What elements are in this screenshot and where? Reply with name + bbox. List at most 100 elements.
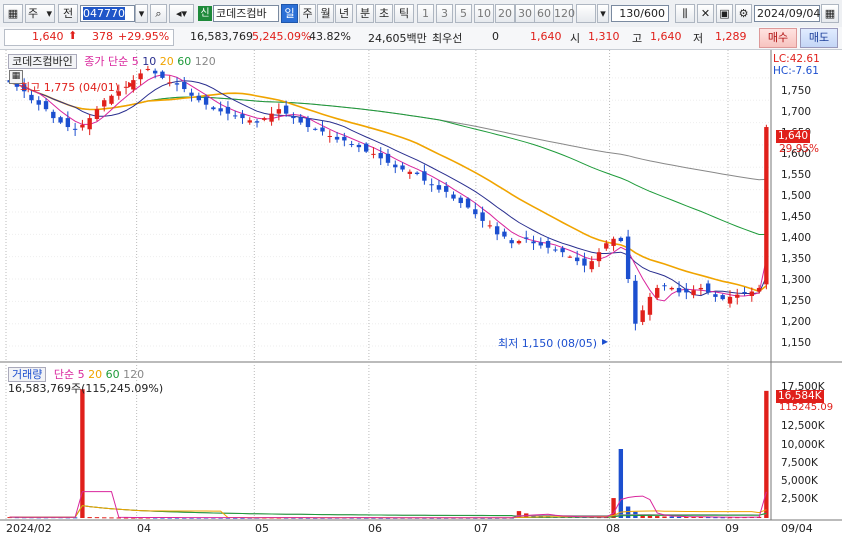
- tab-week[interactable]: 주: [299, 4, 316, 23]
- interval-5[interactable]: 5: [455, 4, 472, 23]
- up-arrow-icon: ⬆: [68, 29, 78, 42]
- volume-bar: [647, 515, 653, 518]
- open-value: 1,310: [588, 30, 620, 43]
- candle-body: [182, 81, 187, 90]
- type-select[interactable]: 주 ▾: [25, 4, 55, 23]
- candle-body: [567, 256, 573, 258]
- candle-body: [87, 118, 92, 130]
- chart-type-icon[interactable]: ▦: [3, 4, 23, 23]
- tab-month[interactable]: 월: [317, 4, 334, 23]
- price-tick: 1,350: [781, 253, 812, 265]
- credit-badge: 신: [198, 6, 212, 21]
- legend-stock-name: 코데즈컴바인: [8, 54, 77, 69]
- candle-body: [560, 248, 565, 253]
- chevron-down-icon[interactable]: ▾: [597, 4, 609, 23]
- candle-body: [378, 152, 383, 159]
- candle-body: [203, 96, 209, 105]
- volume-tick: 12,500K: [781, 420, 825, 432]
- count-field[interactable]: 130/600: [611, 5, 669, 22]
- sell-button[interactable]: 매도: [800, 28, 838, 48]
- gear-icon[interactable]: ⚙: [735, 4, 752, 23]
- candle-body: [509, 240, 514, 244]
- buy-button[interactable]: 매수: [759, 28, 797, 48]
- candle-body: [574, 257, 580, 262]
- candle-body: [218, 108, 223, 112]
- last-price: 1,640: [32, 30, 64, 43]
- candle-body: [764, 127, 769, 285]
- interval-120[interactable]: 120: [553, 4, 575, 23]
- preferred-label: 최우선: [432, 32, 463, 45]
- candle-body: [393, 164, 398, 168]
- candle-body: [29, 94, 34, 101]
- stock-name: 코데즈컴바: [213, 5, 279, 22]
- interval-10[interactable]: 10: [474, 4, 494, 23]
- market-select[interactable]: 전: [58, 4, 78, 23]
- candle-body: [298, 117, 303, 123]
- candle-body: [313, 128, 318, 130]
- candle-body: [356, 144, 362, 148]
- change-value: 378: [92, 30, 113, 43]
- price-tick: 1,500: [781, 190, 812, 202]
- candle-body: [756, 287, 762, 292]
- candle-body: [167, 82, 172, 84]
- x-tick: 06: [368, 522, 382, 535]
- candle-body: [516, 241, 522, 244]
- candle-body: [640, 310, 645, 322]
- x-tick: 2024/02: [6, 522, 52, 535]
- chevron-down-icon[interactable]: ▾: [135, 4, 148, 23]
- candle-body: [80, 124, 85, 128]
- interval-20[interactable]: 20: [495, 4, 515, 23]
- candle-body: [618, 237, 624, 242]
- tab-minute[interactable]: 분: [356, 4, 374, 23]
- tab-tick[interactable]: 틱: [394, 4, 414, 23]
- custom-interval-input[interactable]: [576, 4, 596, 23]
- high-value: 1,640: [650, 30, 682, 43]
- save-icon[interactable]: ▣: [716, 4, 733, 23]
- candle-body: [138, 73, 143, 80]
- candle-body: [444, 186, 449, 192]
- candle-body: [174, 83, 180, 85]
- volume-bar: [618, 449, 624, 518]
- right-arrow-icon: ▸: [602, 334, 609, 348]
- interval-30[interactable]: 30: [515, 4, 535, 23]
- candle-body: [102, 100, 107, 107]
- tab-year[interactable]: 년: [335, 4, 353, 23]
- interval-60[interactable]: 60: [534, 4, 554, 23]
- candle-body: [291, 116, 296, 119]
- interval-1[interactable]: 1: [417, 4, 434, 23]
- candle-body: [625, 236, 631, 280]
- tab-day[interactable]: 일: [281, 4, 298, 23]
- candle-body: [414, 172, 420, 174]
- speaker-icon[interactable]: ◂▾: [169, 4, 194, 23]
- price-tick: 1,450: [781, 211, 812, 223]
- stock-chart[interactable]: [0, 50, 842, 543]
- candle-body: [735, 294, 740, 298]
- candle-body: [720, 295, 725, 300]
- code-input[interactable]: 047770: [80, 5, 135, 22]
- candle-body: [349, 144, 354, 146]
- candle-settings-icon[interactable]: ⫼: [675, 4, 695, 23]
- candle-body: [109, 95, 114, 104]
- change-pct: +29.95%: [118, 30, 170, 43]
- x-tick: 08: [606, 522, 620, 535]
- tab-second[interactable]: 초: [375, 4, 393, 23]
- search-icon[interactable]: ⌕: [150, 4, 167, 23]
- candle-body: [662, 285, 667, 287]
- low-annotation: 최저 1,150 (08/05): [498, 337, 598, 350]
- price-tick: 1,200: [781, 316, 812, 328]
- candle-body: [327, 135, 332, 137]
- legend-ma60: 60: [177, 55, 192, 68]
- hc-label: HC:-7.61: [773, 65, 819, 77]
- calendar-icon[interactable]: ▦: [821, 4, 839, 23]
- legend-ma120: 120: [194, 55, 216, 68]
- candle-body: [422, 171, 427, 181]
- volume-pct-tag: 115245.09: [779, 402, 834, 413]
- cross-tool-icon[interactable]: ✕: [697, 4, 714, 23]
- candle-body: [531, 241, 536, 244]
- price-tick: 1,550: [781, 169, 812, 181]
- date-field[interactable]: 2024/09/04: [754, 5, 820, 22]
- candle-body: [436, 185, 442, 190]
- candle-body: [596, 252, 602, 262]
- candle-body: [211, 107, 216, 110]
- interval-3[interactable]: 3: [436, 4, 453, 23]
